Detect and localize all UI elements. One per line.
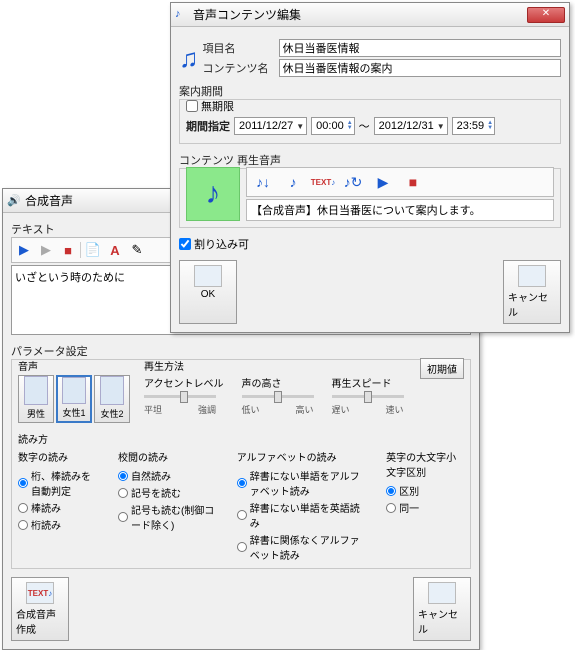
titlebar[interactable]: ♪ 音声コンテンツ編集 ✕	[171, 3, 569, 27]
audio-note-icon: ♪	[186, 167, 240, 221]
radio-option[interactable]: 同一	[386, 500, 464, 515]
voice-male[interactable]: 男性	[18, 375, 54, 423]
radio-option[interactable]: 棒読み	[18, 500, 98, 515]
reset-button[interactable]: 初期値	[420, 358, 464, 379]
slider-アクセントレベル: アクセントレベル平坦強調	[144, 375, 224, 416]
doc-icon[interactable]: 📄	[83, 240, 103, 260]
audio-section-label: コンテンツ 再生音声	[179, 152, 561, 168]
note-icon: ♫	[179, 43, 199, 74]
slider-声の高さ: 声の高さ低い高い	[242, 375, 314, 416]
stop-button[interactable]: ■	[58, 240, 78, 260]
audio-content-edit-window: ♪ 音声コンテンツ編集 ✕ ♫ 項目名 コンテンツ名 案内期間 無期限 期間指定	[170, 2, 570, 333]
slider-track[interactable]	[242, 395, 314, 398]
stop-button[interactable]: ■	[399, 170, 427, 194]
audio-text-display: 【合成音声】休日当番医について案内します。	[246, 199, 554, 221]
item-label: 項目名	[203, 40, 275, 56]
radio-option[interactable]: 区別	[386, 483, 464, 498]
app-icon: 🔊	[7, 194, 21, 208]
voice-female1[interactable]: 女性1	[56, 375, 92, 423]
play-button[interactable]: ▶	[14, 240, 34, 260]
content-label: コンテンツ名	[203, 60, 275, 76]
audio-item-icon[interactable]: ♪	[279, 170, 307, 194]
item-name-input[interactable]	[279, 39, 562, 57]
date-to-dropdown[interactable]: 2012/12/31▼	[374, 117, 448, 135]
pause-button[interactable]: ▶	[36, 240, 56, 260]
content-name-input[interactable]	[279, 59, 562, 77]
voice-female2[interactable]: 女性2	[94, 375, 130, 423]
radio-option[interactable]: 桁読み	[18, 517, 98, 532]
audio-toolbar: ♪↓ ♪ TEXT♪ ♪↻ ▶ ■	[246, 167, 554, 197]
radio-option[interactable]: 辞書に関係なくアルファベット読み	[237, 532, 366, 562]
slider-再生スピード: 再生スピード遅い速い	[332, 375, 404, 416]
period-section-label: 案内期間	[179, 83, 561, 99]
radio-option[interactable]: 自然読み	[118, 468, 217, 483]
create-icon: TEXT♪	[26, 582, 54, 604]
unlimited-checkbox[interactable]: 無期限	[186, 98, 554, 114]
radio-group: 校閲の読み自然読み記号を読む記号も読む(制御コード除く)	[118, 449, 217, 562]
tilde: ～	[359, 118, 370, 134]
cancel-icon	[428, 582, 456, 604]
playback-label: 再生方法	[144, 358, 406, 373]
play-button[interactable]: ▶	[369, 170, 397, 194]
radio-option[interactable]: 記号を読む	[118, 485, 217, 500]
radio-option[interactable]: 桁、棒読みを自動判定	[18, 468, 98, 498]
slider-track[interactable]	[332, 395, 404, 398]
read-label: 読み方	[18, 431, 464, 446]
voice-group: 音声 男性 女性1 女性2	[18, 358, 130, 423]
radio-group: アルファベットの読み辞書にない単語をアルファベット読み辞書にない単語を英語読み辞…	[237, 449, 366, 562]
cancel-button[interactable]: キャンセル	[413, 577, 471, 641]
font-a-button[interactable]: A	[105, 240, 125, 260]
playback-group: 再生方法 アクセントレベル平坦強調声の高さ低い高い再生スピード遅い速い	[144, 358, 406, 416]
radio-option[interactable]: 記号も読む(制御コード除く)	[118, 502, 217, 532]
date-from-dropdown[interactable]: 2011/12/27▼	[234, 117, 307, 135]
time-to-spinner[interactable]: 23:59▲▼	[452, 117, 495, 135]
radio-group: 数字の読み桁、棒読みを自動判定棒読み桁読み	[18, 449, 98, 562]
cancel-icon	[518, 265, 546, 287]
audio-item-icon[interactable]: ♪↻	[339, 170, 367, 194]
radio-group: 英字の大文字小文字区別区別同一	[386, 449, 464, 562]
period-spec-label: 期間指定	[186, 118, 230, 134]
radio-option[interactable]: 辞書にない単語を英語読み	[237, 500, 366, 530]
interrupt-checkbox[interactable]: 割り込み可	[179, 236, 561, 252]
slider-track[interactable]	[144, 395, 216, 398]
param-section-label: パラメータ設定	[11, 343, 471, 359]
clear-icon[interactable]: ✎	[127, 240, 147, 260]
cancel-button[interactable]: キャンセル	[503, 260, 561, 324]
create-synth-button[interactable]: TEXT♪ 合成音声作成	[11, 577, 69, 641]
close-button[interactable]: ✕	[527, 7, 565, 23]
audio-text-icon[interactable]: TEXT♪	[309, 170, 337, 194]
ok-button[interactable]: OK	[179, 260, 237, 324]
time-from-spinner[interactable]: 00:00▲▼	[311, 117, 354, 135]
window-title: 音声コンテンツ編集	[193, 6, 527, 23]
note-icon: ♪	[175, 8, 189, 22]
audio-item-icon[interactable]: ♪↓	[249, 170, 277, 194]
radio-option[interactable]: 辞書にない単語をアルファベット読み	[237, 468, 366, 498]
ok-icon	[194, 265, 222, 287]
voice-label: 音声	[18, 358, 130, 373]
